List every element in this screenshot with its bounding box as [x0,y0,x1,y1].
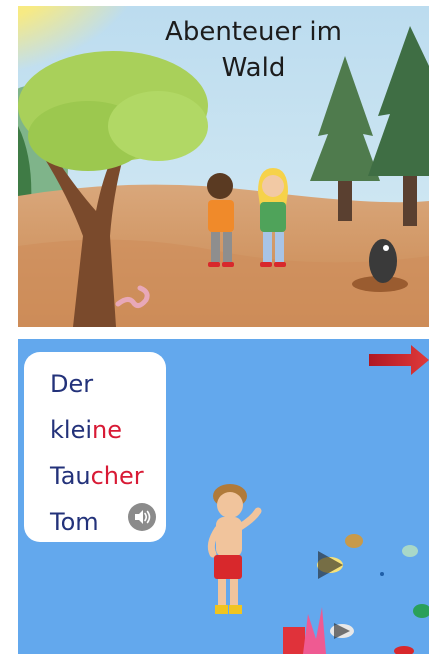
word-taucher[interactable]: Taucher [50,462,144,490]
book-title: Abenteuer im Wald [18,14,429,86]
speaker-icon-glyph [135,510,151,524]
book-cover[interactable]: Abenteuer im Wald [18,6,429,327]
title-line-2: Wald [221,53,286,83]
next-page-button[interactable] [369,345,429,375]
speaker-icon[interactable] [128,503,156,531]
arrow-right-icon [369,345,429,375]
story-page[interactable]: Der kleine Taucher Tom [18,339,429,654]
word-der[interactable]: Der [50,370,93,398]
word-tom[interactable]: Tom [50,508,99,536]
word-kleine[interactable]: kleine [50,416,122,444]
word-card: Der kleine Taucher Tom [24,352,166,542]
title-line-1: Abenteuer im [165,17,342,47]
